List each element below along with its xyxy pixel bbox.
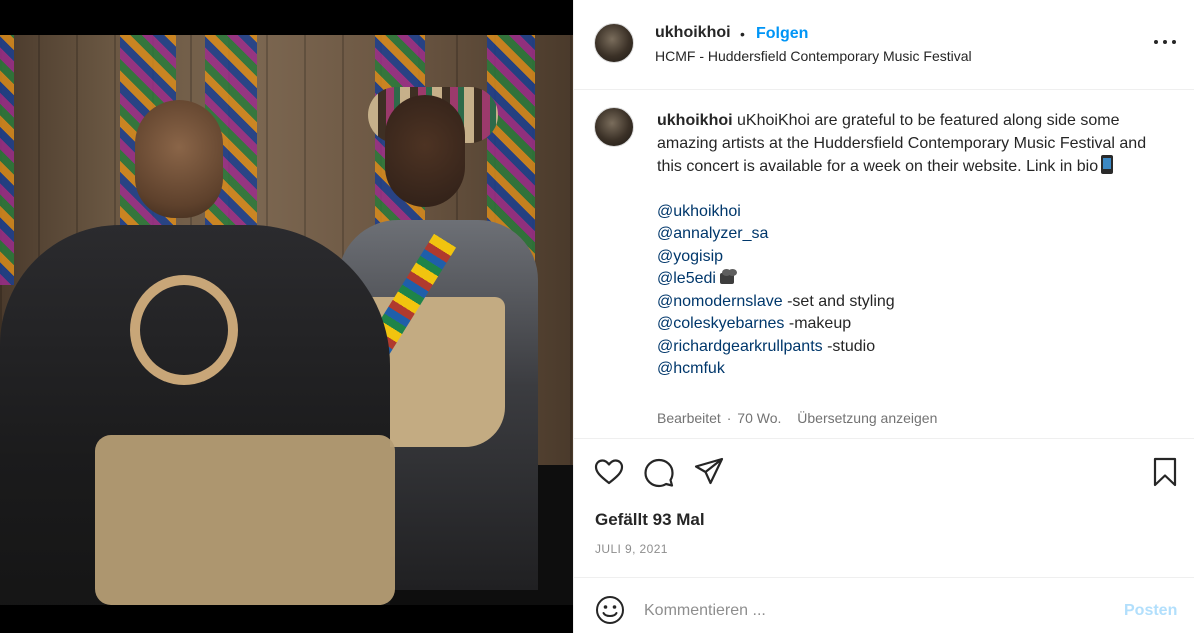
more-options-icon[interactable] [1150,30,1180,54]
movie-camera-icon [719,269,740,285]
performer-left-head [135,100,223,218]
caption-section: ukhoikhoi uKhoiKhoi are grateful to be f… [574,90,1194,438]
action-bar: Gefällt 93 Mal JULI 9, 2021 [574,438,1194,577]
meta-separator: · [726,410,732,426]
list-item: @richardgearkrullpants -studio [657,337,876,355]
separator-dot: • [740,26,745,42]
list-item: @coleskyebarnes -makeup [657,315,852,332]
follow-button[interactable]: Folgen [756,25,808,43]
list-item: @le5edi [657,268,1167,291]
location-link[interactable]: HCMF - Huddersfield Contemporary Music F… [655,48,972,64]
caption-username-link[interactable]: ukhoikhoi [657,112,733,129]
post-date[interactable]: JULI 9, 2021 [595,542,668,556]
emoji-icon[interactable] [594,594,626,626]
mobile-phone-icon [1101,155,1114,174]
bookmark-icon[interactable] [1149,456,1181,488]
performer-left-skirt [95,435,395,605]
post-dialog: ukhoikhoi • Folgen HCMF - Huddersfield C… [0,0,1194,633]
post-age[interactable]: 70 Wo. [737,410,781,426]
mention-link[interactable]: @nomodernslave [657,293,783,310]
translate-link[interactable]: Übersetzung anzeigen [797,410,937,426]
mention-link[interactable]: @yogisip [657,248,723,265]
fabric-hanging [0,35,14,285]
list-item: @hcmfuk [657,358,1167,381]
post-photo[interactable] [0,35,573,605]
post-sidebar: ukhoikhoi • Folgen HCMF - Huddersfield C… [573,0,1194,633]
edited-label: Bearbeitet [657,410,721,426]
performer-right-head [385,95,465,207]
post-header: ukhoikhoi • Folgen HCMF - Huddersfield C… [574,0,1194,90]
like-count[interactable]: Gefällt 93 Mal [595,510,705,530]
comment-input[interactable] [644,591,1104,631]
list-item: @annalyzer_sa [657,223,1167,246]
caption-meta: Bearbeitet · 70 Wo. Übersetzung anzeigen [657,410,937,426]
mention-link[interactable]: @coleskyebarnes [657,315,784,332]
mention-list: @ukhoikhoi @annalyzer_sa @yogisip @le5ed… [657,201,1167,381]
username-link[interactable]: ukhoikhoi [655,24,731,42]
avatar[interactable] [594,107,634,147]
list-item: @nomodernslave -set and styling [657,292,895,310]
share-icon[interactable] [693,455,725,487]
mention-link[interactable]: @hcmfuk [657,360,725,377]
mention-link[interactable]: @annalyzer_sa [657,225,768,242]
mention-link[interactable]: @le5edi [657,270,716,287]
comment-icon[interactable] [643,456,675,488]
list-item: @ukhoikhoi [657,201,1167,224]
performer-left-necklace [130,275,238,385]
comment-bar: Posten [574,577,1194,633]
post-comment-button[interactable]: Posten [1124,602,1177,620]
avatar[interactable] [594,23,634,63]
caption-text: ukhoikhoi uKhoiKhoi are grateful to be f… [657,110,1167,381]
list-item: @yogisip [657,246,1167,269]
heart-icon[interactable] [593,456,625,488]
mention-link[interactable]: @richardgearkrullpants [657,338,823,355]
post-media[interactable] [0,0,573,633]
mention-link[interactable]: @ukhoikhoi [657,203,741,220]
